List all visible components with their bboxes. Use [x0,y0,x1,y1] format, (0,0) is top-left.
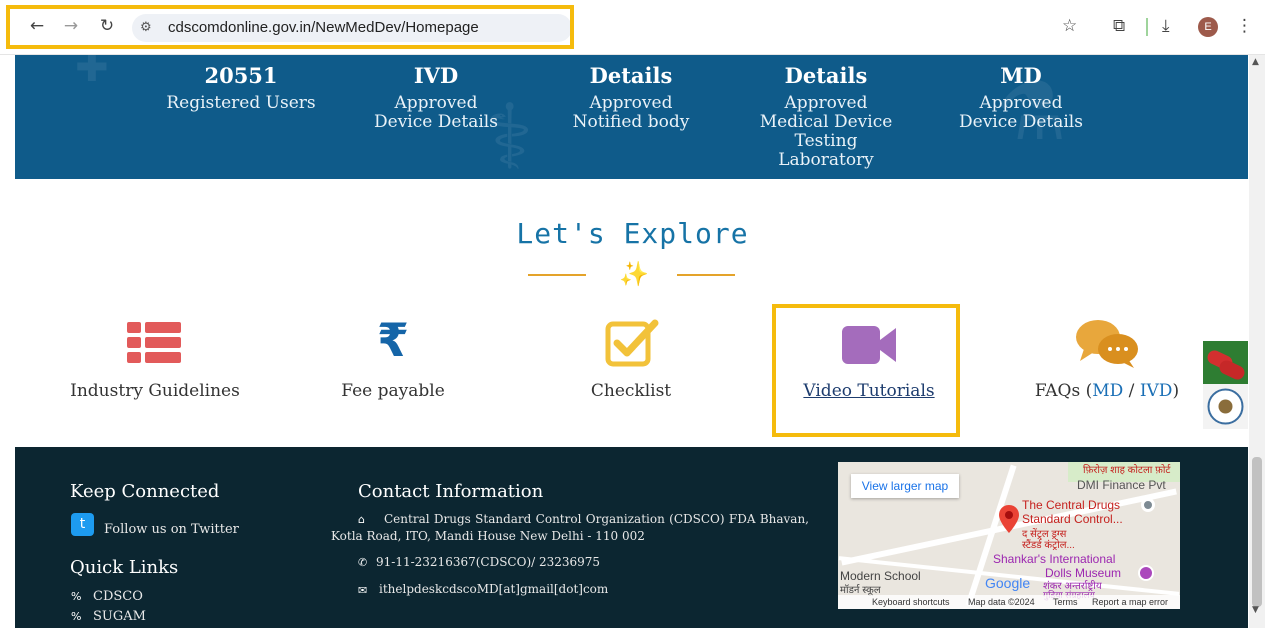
video-camera-icon [842,326,896,364]
faq-separator: / [1123,381,1140,401]
phone-icon: ✆ [358,556,368,569]
page-scrollbar[interactable]: ▲ ▼ [1249,55,1265,628]
quick-links-heading: Quick Links [70,557,179,578]
map-label: मॉडर्न स्कूल [840,585,881,596]
magic-wand-icon: ✨ [619,260,649,288]
divider-right [677,274,735,276]
map-data-text: Map data ©2024 [968,597,1035,607]
map-label: Modern School [840,569,921,583]
twitter-icon[interactable]: t [71,513,94,536]
profile-avatar[interactable]: E [1198,17,1218,37]
stat-label: Registered Users [166,93,316,113]
scroll-up-icon[interactable]: ▲ [1252,57,1259,67]
contact-address: Central Drugs Standard Control Organizat… [331,512,809,543]
stat-value: MD [1000,63,1042,88]
divider [1146,18,1148,36]
stat-notified-body[interactable]: Details Approved Notified body [541,63,721,132]
stat-label: Approved Notified body [572,93,690,132]
divider-left [528,274,586,276]
quick-link-sugam[interactable]: SUGAM [93,608,146,625]
stat-value: Details [784,63,868,88]
stat-value: 20551 [204,63,278,88]
stat-md[interactable]: MD Approved Device Details [931,63,1111,132]
faq-md-link[interactable]: MD [1092,381,1123,401]
tile-label: Industry Guidelines [70,381,240,401]
contact-phone: 91-11-23216367(CDSCO)/ 23236975 [376,555,601,569]
keep-connected-heading: Keep Connected [70,481,220,502]
url-highlight [6,5,574,49]
contact-email[interactable]: ithelpdeskcdscoMD[at]gmail[dot]com [379,581,608,598]
stat-label: Approved Device Details [959,93,1083,132]
faq-label-suffix: ) [1172,381,1180,401]
location-pin-icon [999,505,1019,533]
scrollbar-thumb[interactable] [1252,457,1262,607]
link-icon: % [71,610,82,623]
chat-bubbles-icon [1076,320,1138,368]
explore-heading: Let's Explore [516,217,749,250]
contact-heading: Contact Information [358,481,544,502]
map-poi-icon [1141,498,1155,512]
stat-label: Approved Device Details [374,93,498,132]
rupee-icon: ₹ [376,313,409,367]
map-attribution: Keyboard shortcuts Map data ©2024 Terms … [838,595,1180,609]
museum-icon [1138,565,1154,581]
email-icon: ✉ [358,584,368,597]
stat-ivd[interactable]: IVD Approved Device Details [346,63,526,132]
browser-toolbar: ← → ↻ ⚙ cdscomdonline.gov.in/NewMedDev/H… [0,0,1265,55]
twitter-link[interactable]: Follow us on Twitter [104,521,239,538]
tile-label: Checklist [590,381,672,401]
quick-link-cdsco[interactable]: CDSCO [93,588,143,605]
pills-icon[interactable] [1203,341,1248,386]
google-logo: Google [985,575,1031,591]
bookmark-star-icon[interactable]: ☆ [1062,16,1077,36]
map-label: DMI Finance Pvt [1077,478,1166,492]
download-icon[interactable]: ⤓ [1162,16,1170,36]
list-icon [127,322,181,363]
map-label: Shankar's International [993,552,1116,566]
tile-label[interactable]: Video Tutorials [769,381,969,401]
keyboard-shortcuts-link[interactable]: Keyboard shortcuts [872,597,950,607]
stat-registered-users[interactable]: 20551 Registered Users [151,63,331,113]
banner-decoration: ✚ [75,55,109,91]
scroll-down-icon[interactable]: ▼ [1252,605,1259,615]
link-icon: % [71,590,82,603]
stats-banner: ✚ ⚕ ⚗ 20551 Registered Users IVD Approve… [15,55,1248,179]
terms-link[interactable]: Terms [1053,597,1078,607]
tile-label: Fee payable [341,381,445,401]
faq-label-prefix: FAQs ( [1034,381,1093,401]
embedded-map[interactable]: फ़िरोज़ शाह कोटला फ़ोर्ट View larger map… [838,462,1180,609]
faq-ivd-link[interactable]: IVD [1140,381,1173,401]
menu-icon[interactable]: ⋮ [1236,16,1253,36]
stat-testing-lab[interactable]: Details Approved Medical Device Testing … [736,63,916,170]
map-label: फ़िरोज़ शाह कोटला फ़ोर्ट [1083,465,1171,476]
map-label: स्टैंडर्ड कंट्रोल... [1022,540,1075,551]
stat-label: Approved Medical Device Testing Laborato… [759,93,893,170]
tile-label: FAQs (MD / IVD) [1007,381,1207,401]
map-label: Standard Control... [1022,512,1123,526]
stat-value: IVD [413,63,459,88]
checkbox-icon [605,319,659,367]
view-larger-map-button[interactable]: View larger map [851,474,959,498]
stat-value: Details [589,63,673,88]
map-label: The Central Drugs [1022,498,1121,512]
extensions-icon[interactable]: ⧉ [1113,16,1125,36]
report-map-error-link[interactable]: Report a map error [1092,597,1168,607]
emblem-icon[interactable] [1203,384,1248,429]
